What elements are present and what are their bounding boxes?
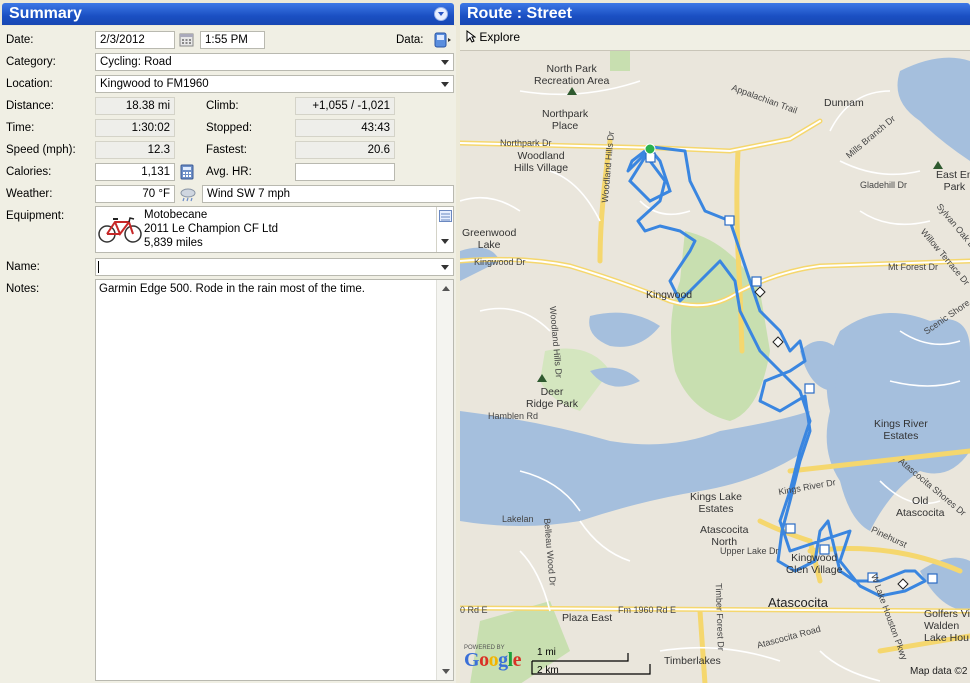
- map-label-atascocita: Atascocita: [768, 595, 828, 610]
- equipment-box[interactable]: Motobecane 2011 Le Champion CF Ltd 5,839…: [95, 206, 454, 253]
- equipment-side-controls: [436, 207, 453, 252]
- time-value: 1:30:02: [95, 119, 175, 137]
- weather-cloud-icon[interactable]: [179, 186, 196, 202]
- speed-label: Speed (mph):: [6, 144, 76, 156]
- scale-miles: 1 mi: [537, 647, 556, 658]
- equipment-name: Motobecane: [144, 209, 208, 221]
- calories-label: Calories:: [6, 166, 52, 178]
- map-label-timber-forest: Timber Forest Dr: [713, 583, 727, 651]
- equipment-model: 2011 Le Champion CF Ltd: [144, 223, 279, 235]
- stopped-value: 43:43: [295, 119, 395, 137]
- distance-value: 18.38 mi: [95, 97, 175, 115]
- text-caret: [98, 261, 99, 273]
- notes-scrollbar[interactable]: [436, 280, 453, 680]
- map-label-hamblen-rd: Hamblen Rd: [488, 411, 539, 421]
- location-label: Location:: [6, 78, 53, 90]
- time-of-day-field[interactable]: 1:55 PM: [200, 31, 265, 49]
- name-label: Name:: [6, 261, 40, 273]
- map-label-golfers: Golfers Vi Walden Lake Hou: [924, 608, 970, 644]
- scroll-down-icon[interactable]: [442, 669, 450, 674]
- avg-hr-field[interactable]: [295, 163, 395, 181]
- category-label: Category:: [6, 56, 56, 68]
- map-label-east-end-park: East En Park: [936, 169, 970, 193]
- date-field[interactable]: 2/3/2012: [95, 31, 175, 49]
- equipment-miles: 5,839 miles: [144, 237, 203, 249]
- calories-field[interactable]: 1,131: [95, 163, 175, 181]
- explore-label: Explore: [479, 30, 521, 44]
- map-label-greenwood-lake: Greenwood Lake: [462, 227, 517, 251]
- date-label: Date:: [6, 34, 34, 46]
- summary-title: Summary: [9, 5, 82, 22]
- equipment-list-icon[interactable]: [439, 210, 452, 225]
- map-label-kings-river: Kings River Estates: [874, 418, 928, 442]
- fastest-value: 20.6: [295, 141, 395, 159]
- weather-field[interactable]: Wind SW 7 mph: [202, 185, 454, 203]
- data-device-icon[interactable]: [434, 32, 451, 48]
- scroll-up-icon[interactable]: [442, 286, 450, 291]
- bicycle-icon: [98, 216, 142, 247]
- calendar-icon[interactable]: [179, 32, 195, 48]
- distance-label: Distance:: [6, 100, 54, 112]
- data-label: Data:: [396, 34, 424, 46]
- map-label-upper-lake: Upper Lake Dr: [720, 546, 779, 556]
- stopped-label: Stopped:: [206, 122, 253, 134]
- notes-textarea[interactable]: Garmin Edge 500. Rode in the rain most o…: [95, 279, 454, 681]
- map-label-timberlakes: Timberlakes: [664, 655, 721, 667]
- equipment-dropdown-icon[interactable]: [441, 239, 449, 244]
- map-label-northpark-dr: Northpark Dr: [500, 138, 552, 148]
- map-label-kings-lake: Kings Lake Estates: [690, 491, 742, 515]
- map-label-deer-ridge: Deer Ridge Park: [526, 386, 578, 410]
- map-label-north-park-rec: North Park Recreation Area: [534, 63, 610, 87]
- time-label: Time:: [6, 122, 35, 134]
- category-select[interactable]: Cycling: Road: [95, 53, 454, 71]
- map-toolbar: Explore: [460, 26, 970, 50]
- fastest-label: Fastest:: [206, 144, 247, 156]
- equipment-label: Equipment:: [6, 210, 65, 222]
- climb-label: Climb:: [206, 100, 239, 112]
- map-label-mt-forest: Mt Forest Dr: [888, 262, 939, 272]
- map-label-kingwood-dr: Kingwood Dr: [474, 257, 526, 267]
- map-label-kingwood: Kingwood: [646, 289, 693, 301]
- map-label-fm1960: Fm 1960 Rd E: [618, 605, 677, 615]
- notes-label: Notes:: [6, 283, 40, 295]
- map-label-dunnam: Dunnam: [824, 97, 864, 109]
- map-label-lakelan: Lakelan: [502, 514, 534, 524]
- route-title: Route : Street: [467, 5, 572, 22]
- map-label-fm1960-left: 0 Rd E: [460, 605, 488, 615]
- map-label-northpark-place: Northpark Place: [542, 108, 589, 132]
- map-label-kingwood-glen: Kingwood Glen Village: [786, 552, 843, 576]
- calculator-icon[interactable]: [179, 164, 195, 180]
- notes-text: Garmin Edge 500. Rode in the rain most o…: [99, 283, 365, 295]
- summary-collapse-icon[interactable]: [434, 7, 448, 21]
- weather-label: Weather:: [6, 188, 53, 200]
- route-map[interactable]: North Park Recreation Area Northpark Place…: [460, 50, 970, 683]
- temperature-field[interactable]: 70 °F: [95, 185, 175, 203]
- map-label-gladehill: Gladehill Dr: [860, 180, 908, 190]
- explore-button[interactable]: Explore: [466, 30, 520, 44]
- map-label-plaza-east: Plaza East: [562, 612, 613, 624]
- summary-header: Summary: [2, 3, 454, 25]
- name-field[interactable]: [95, 258, 454, 276]
- cursor-arrow-icon: [466, 30, 477, 43]
- route-header: Route : Street: [460, 3, 970, 25]
- map-label-woodland-hills: Woodland Hills Village: [514, 150, 569, 174]
- climb-value: +1,055 / -1,021: [295, 97, 395, 115]
- location-select[interactable]: Kingwood to FM1960: [95, 75, 454, 93]
- speed-value: 12.3: [95, 141, 175, 159]
- avg-hr-label: Avg. HR:: [206, 166, 252, 178]
- scale-km: 2 km: [537, 665, 559, 676]
- google-logo: Google: [464, 649, 522, 671]
- map-data-attribution: Map data ©2: [910, 666, 968, 677]
